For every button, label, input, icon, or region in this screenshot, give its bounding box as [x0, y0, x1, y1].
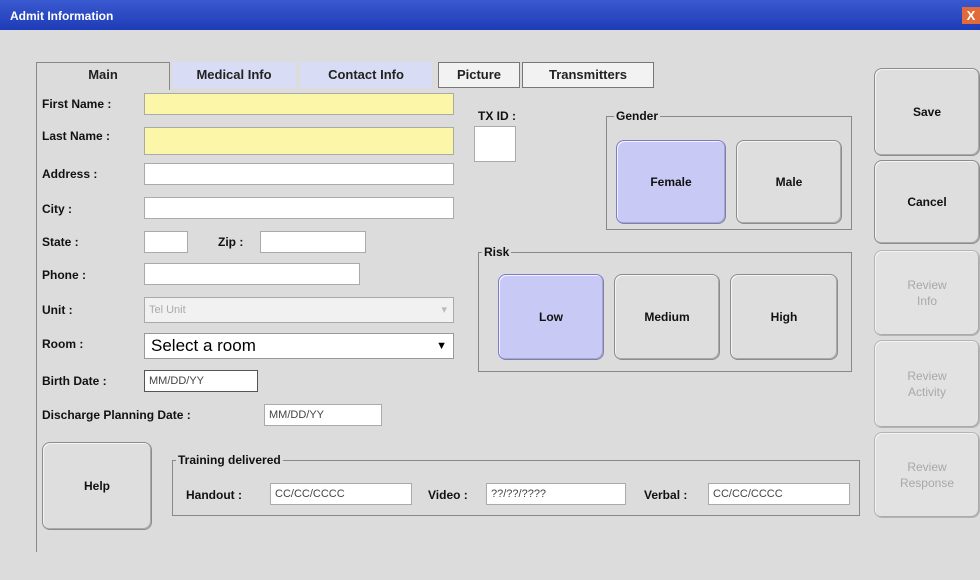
- address-label: Address :: [42, 167, 98, 181]
- address-field[interactable]: [144, 163, 454, 185]
- gender-male-label: Male: [775, 175, 803, 189]
- handout-date-field[interactable]: CC/CC/CCCC: [270, 483, 412, 505]
- last-name-field[interactable]: [144, 127, 454, 155]
- phone-label: Phone :: [42, 268, 86, 282]
- title-bar: Admit Information X: [0, 0, 980, 30]
- risk-low-button[interactable]: Low: [498, 274, 604, 360]
- handout-label: Handout :: [186, 488, 242, 502]
- tx-id-field[interactable]: [474, 126, 516, 162]
- close-icon: X: [966, 8, 976, 23]
- tab-medical-info[interactable]: Medical Info: [172, 62, 296, 88]
- room-value: Select a room: [151, 336, 256, 355]
- review-response-button[interactable]: Review Response: [874, 432, 980, 518]
- tab-main[interactable]: Main: [36, 62, 170, 90]
- help-button[interactable]: Help: [42, 442, 152, 530]
- city-label: City :: [42, 202, 72, 216]
- discharge-date-field[interactable]: MM/DD/YY: [264, 404, 382, 426]
- birth-date-field[interactable]: MM/DD/YY: [144, 370, 258, 392]
- training-title: Training delivered: [176, 453, 283, 467]
- risk-low-label: Low: [539, 310, 563, 324]
- risk-high-label: High: [770, 310, 798, 324]
- risk-medium-button[interactable]: Medium: [614, 274, 720, 360]
- window-title: Admit Information: [10, 9, 114, 23]
- gender-female-label: Female: [650, 175, 692, 189]
- tab-picture-label: Picture: [456, 67, 502, 82]
- zip-label: Zip :: [218, 235, 244, 249]
- first-name-field[interactable]: [144, 93, 454, 115]
- tab-medical-info-label: Medical Info: [196, 67, 272, 82]
- cancel-button[interactable]: Cancel: [874, 160, 980, 244]
- close-button[interactable]: X: [962, 7, 980, 24]
- risk-medium-label: Medium: [644, 310, 690, 324]
- review-activity-label: Review Activity: [907, 369, 947, 399]
- room-label: Room :: [42, 337, 84, 351]
- unit-label: Unit :: [42, 303, 73, 317]
- chevron-down-icon: ▾: [441, 304, 447, 316]
- cancel-label: Cancel: [907, 195, 947, 209]
- phone-field[interactable]: [144, 263, 360, 285]
- unit-value: Tel Unit: [149, 304, 186, 316]
- birth-date-label: Birth Date :: [42, 374, 107, 388]
- gender-female-button[interactable]: Female: [616, 140, 726, 224]
- room-dropdown[interactable]: Select a room ▼: [144, 333, 454, 359]
- tab-picture[interactable]: Picture: [438, 62, 520, 88]
- discharge-date-label: Discharge Planning Date :: [42, 408, 191, 422]
- review-activity-button[interactable]: Review Activity: [874, 340, 980, 428]
- risk-title: Risk: [482, 245, 512, 259]
- tab-contact-info[interactable]: Contact Info: [300, 62, 432, 88]
- save-label: Save: [912, 105, 942, 119]
- verbal-label: Verbal :: [644, 488, 688, 502]
- gender-male-button[interactable]: Male: [736, 140, 842, 224]
- risk-high-button[interactable]: High: [730, 274, 838, 360]
- review-info-label: Review Info: [907, 278, 947, 308]
- review-response-label: Review Response: [899, 460, 955, 490]
- state-label: State :: [42, 235, 79, 249]
- verbal-date-field[interactable]: CC/CC/CCCC: [708, 483, 850, 505]
- chevron-down-icon: ▼: [436, 340, 447, 352]
- video-date-field[interactable]: ??/??/????: [486, 483, 626, 505]
- tab-main-label: Main: [88, 67, 118, 82]
- zip-field[interactable]: [260, 231, 366, 253]
- city-field[interactable]: [144, 197, 454, 219]
- tab-transmitters[interactable]: Transmitters: [522, 62, 654, 88]
- first-name-label: First Name :: [42, 97, 112, 111]
- tab-transmitters-label: Transmitters: [548, 67, 628, 82]
- unit-dropdown: Tel Unit ▾: [144, 297, 454, 323]
- help-label: Help: [83, 479, 110, 493]
- review-info-button[interactable]: Review Info: [874, 250, 980, 336]
- save-button[interactable]: Save: [874, 68, 980, 156]
- tx-id-label: TX ID :: [478, 109, 516, 123]
- state-field[interactable]: [144, 231, 188, 253]
- last-name-label: Last Name :: [42, 129, 111, 143]
- gender-title: Gender: [614, 109, 661, 123]
- tab-contact-info-label: Contact Info: [328, 67, 404, 82]
- video-label: Video :: [428, 488, 468, 502]
